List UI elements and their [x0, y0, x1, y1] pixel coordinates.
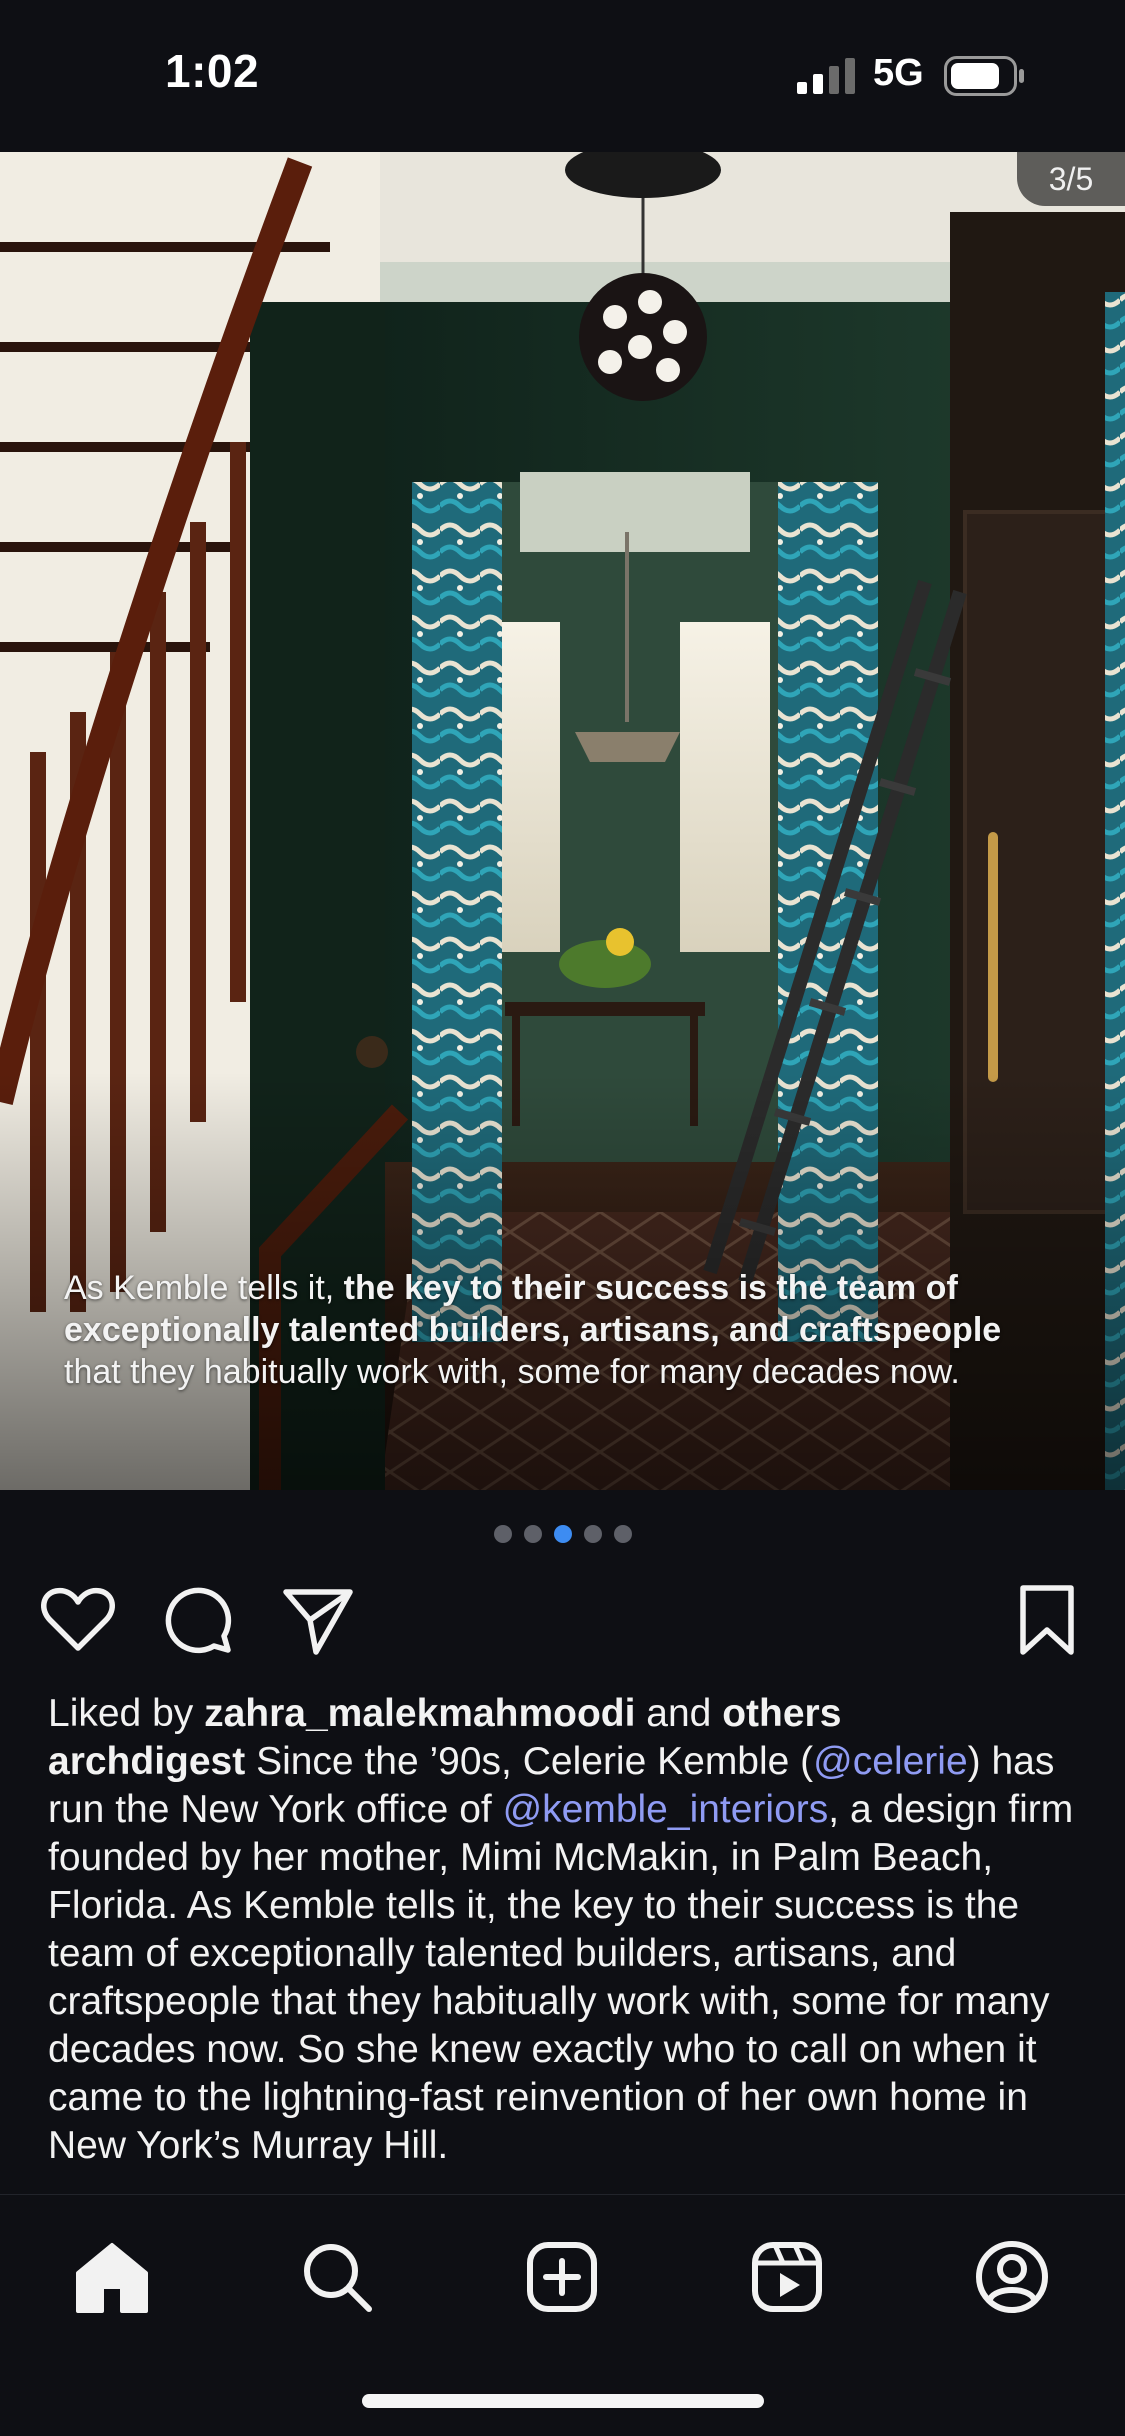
carousel-dot: [583, 1525, 602, 1543]
carousel-dot: [523, 1525, 542, 1543]
post-caption-area: Liked by zahra_malekmahmoodi and others …: [48, 1690, 1088, 2194]
likes-prefix: Liked by: [48, 1692, 205, 1735]
search-icon[interactable]: [297, 2237, 377, 2317]
image-counter-badge: 3/5: [1017, 152, 1125, 206]
carousel-indicator: [0, 1525, 1125, 1543]
bookmark-icon[interactable]: [1007, 1580, 1087, 1660]
likes-middle: and: [635, 1692, 723, 1735]
network-label: 5G: [873, 52, 924, 94]
home-indicator[interactable]: [362, 2394, 764, 2408]
overlay-text-2: that they habitually work with, some for…: [64, 1353, 960, 1391]
carousel-dot: [613, 1525, 632, 1543]
liked-by-username[interactable]: zahra_malekmahmoodi: [204, 1692, 635, 1735]
home-icon[interactable]: [72, 2237, 152, 2317]
mention-celerie[interactable]: @celerie: [813, 1740, 967, 1783]
post-action-bar: [0, 1580, 1125, 1660]
carousel-dot-active: [553, 1525, 572, 1543]
heart-icon[interactable]: [38, 1580, 118, 1660]
paper-plane-icon[interactable]: [278, 1580, 358, 1660]
status-bar: 1:02 5G: [0, 0, 1125, 152]
profile-icon[interactable]: [972, 2237, 1052, 2317]
status-time: 1:02: [165, 45, 260, 97]
carousel-dot: [493, 1525, 512, 1543]
comment-bubble-icon[interactable]: [158, 1580, 238, 1660]
battery-icon: [944, 56, 1024, 96]
signal-bars-icon: [797, 58, 855, 94]
caption-part-1: Since the ’90s, Celerie Kemble (: [245, 1740, 814, 1783]
caption-text: archdigest Since the ’90s, Celerie Kembl…: [48, 1738, 1088, 2170]
caption-part-3: , a design firm founded by her mother, M…: [48, 1788, 1074, 2167]
likes-others-link[interactable]: others: [722, 1692, 841, 1735]
likes-line: Liked by zahra_malekmahmoodi and others: [48, 1690, 1088, 1738]
overlay-text-1: As Kemble tells it,: [64, 1269, 344, 1307]
reels-icon[interactable]: [747, 2237, 827, 2317]
mention-kemble-interiors[interactable]: @kemble_interiors: [503, 1788, 829, 1831]
author-username[interactable]: archdigest: [48, 1740, 245, 1783]
post-image[interactable]: 3/5 As Kemble tells it, the key to their…: [0, 152, 1125, 1490]
image-overlay-caption: As Kemble tells it, the key to their suc…: [64, 1267, 1044, 1393]
create-post-icon[interactable]: [522, 2237, 602, 2317]
